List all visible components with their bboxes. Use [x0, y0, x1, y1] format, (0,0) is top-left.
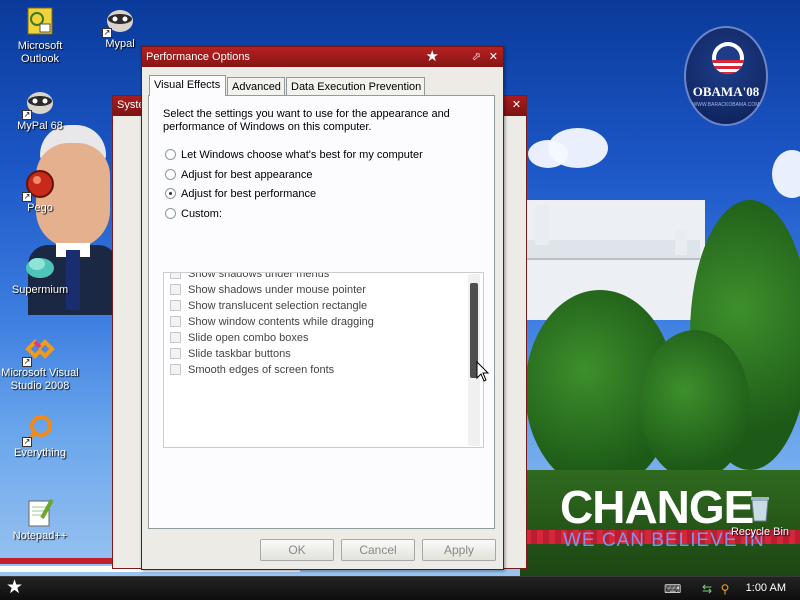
- option-label: Slide open combo boxes: [188, 332, 309, 344]
- vertical-scrollbar[interactable]: [468, 274, 480, 446]
- search-icon[interactable]: ⚲: [718, 582, 732, 596]
- radio-label: Custom:: [181, 208, 222, 220]
- tab-visual-effects[interactable]: Visual Effects: [149, 75, 226, 96]
- checkbox[interactable]: [170, 348, 181, 359]
- option-label: Show shadows under menus: [188, 272, 330, 280]
- checkbox[interactable]: [170, 332, 181, 343]
- option-label: Slide taskbar buttons: [188, 348, 291, 360]
- radio-label: Adjust for best appearance: [181, 169, 313, 181]
- radio-best-appearance[interactable]: Adjust for best appearance: [165, 169, 312, 183]
- option-slide-taskbar-buttons[interactable]: Slide taskbar buttons: [170, 348, 291, 363]
- option-slide-combo-boxes[interactable]: Slide open combo boxes: [170, 332, 308, 347]
- desktop-icon-visual-studio[interactable]: ↗ Microsoft Visual Studio 2008: [0, 333, 80, 393]
- desktop-icon-pego[interactable]: ↗ Pego: [0, 168, 80, 215]
- option-window-contents-dragging[interactable]: Show window contents while dragging: [170, 316, 374, 331]
- option-shadows-under-pointer[interactable]: Show shadows under mouse pointer: [170, 284, 366, 299]
- pin-icon[interactable]: ⬀: [472, 50, 481, 63]
- option-shadows-under-menus[interactable]: Show shadows under menus: [170, 272, 330, 283]
- recycle-bin-icon: [744, 492, 776, 524]
- desktop-icon-label: Notepad++: [12, 530, 68, 542]
- radio-button[interactable]: [165, 169, 176, 180]
- desktop-icon-label: Microsoft Outlook: [17, 40, 63, 65]
- ok-button[interactable]: OK: [260, 539, 334, 561]
- desktop-icon-outlook[interactable]: Microsoft Outlook: [0, 6, 80, 66]
- dialog-title: Performance Options: [146, 51, 250, 63]
- supermium-icon: [24, 250, 56, 282]
- white-house-cupola: [535, 205, 549, 245]
- network-icon[interactable]: ⇆: [700, 582, 714, 596]
- desktop-icon-label: MyPal 68: [17, 120, 63, 132]
- desktop-icon-everything[interactable]: ↗ Everything: [0, 413, 80, 460]
- desktop-icon-label: Supermium: [11, 284, 69, 296]
- option-translucent-selection[interactable]: Show translucent selection rectangle: [170, 300, 367, 315]
- radio-custom[interactable]: Custom:: [165, 208, 222, 222]
- radio-label: Adjust for best performance: [181, 188, 317, 200]
- radio-button[interactable]: [165, 149, 176, 160]
- option-smooth-font-edges[interactable]: Smooth edges of screen fonts: [170, 364, 334, 379]
- checkbox[interactable]: [170, 273, 181, 279]
- star-icon[interactable]: ★: [426, 49, 439, 64]
- shortcut-arrow-icon: ↗: [22, 110, 32, 120]
- shortcut-arrow-icon: ↗: [22, 192, 32, 202]
- campaign-logo-text: OBAMA'08: [692, 84, 760, 99]
- dialog-titlebar[interactable]: Performance Options ★ ⬀ ✕: [142, 47, 503, 67]
- shortcut-arrow-icon: ↗: [22, 437, 32, 447]
- cloud: [528, 140, 568, 168]
- campaign-emblem: [712, 42, 744, 74]
- radio-let-windows-choose[interactable]: Let Windows choose what's best for my co…: [165, 149, 423, 163]
- desktop-icon-label: Everything: [14, 447, 66, 459]
- radio-button-selected[interactable]: [165, 188, 176, 199]
- everything-icon: ↗: [22, 413, 56, 447]
- option-label: Show translucent selection rectangle: [188, 300, 368, 312]
- desktop-icon-mypal[interactable]: ↗ Mypal: [80, 4, 160, 51]
- tab-data-execution-prevention[interactable]: Data Execution Prevention: [286, 77, 425, 95]
- apply-button[interactable]: Apply: [422, 539, 496, 561]
- white-house-roof: [525, 240, 700, 260]
- cancel-button[interactable]: Cancel: [341, 539, 415, 561]
- shortcut-arrow-icon: ↗: [102, 28, 112, 38]
- pego-icon: ↗: [22, 168, 56, 202]
- notepadpp-icon: [24, 496, 56, 528]
- desktop-icon-label: Microsoft Visual Studio 2008: [1, 367, 79, 392]
- cloud: [772, 150, 800, 198]
- visual-studio-icon: ↗: [22, 333, 56, 367]
- taskbar: ★ ⌨ ⇆ ⚲ 1:00 AM: [0, 576, 800, 600]
- desktop-icon-label: Pego: [27, 202, 53, 214]
- desktop-icon-supermium[interactable]: Supermium: [0, 250, 80, 297]
- keyboard-icon[interactable]: ⌨: [664, 582, 681, 596]
- checkbox[interactable]: [170, 364, 181, 375]
- performance-options-dialog: Performance Options ★ ⬀ ✕ Visual Effects…: [141, 46, 504, 570]
- radio-button[interactable]: [165, 208, 176, 219]
- option-label: Show window contents while dragging: [188, 316, 374, 328]
- close-icon[interactable]: ✕: [510, 99, 523, 112]
- checkbox[interactable]: [170, 284, 181, 295]
- mypal-icon: ↗: [102, 4, 136, 38]
- start-button-star-icon[interactable]: ★: [6, 578, 23, 598]
- visual-effects-panel: Select the settings you want to use for …: [148, 95, 495, 529]
- outlook-icon: [24, 6, 56, 38]
- shortcut-arrow-icon: ↗: [22, 357, 32, 367]
- mouse-pointer-icon: [476, 360, 490, 383]
- intro-text: Select the settings you want to use for …: [163, 108, 450, 133]
- radio-best-performance[interactable]: Adjust for best performance: [165, 188, 316, 202]
- tree: [640, 330, 750, 480]
- desktop-icon-label: Recycle Bin: [730, 526, 790, 538]
- desktop-icon-mypal68[interactable]: ↗ MyPal 68: [0, 86, 80, 133]
- tab-advanced[interactable]: Advanced: [227, 77, 285, 95]
- campaign-logo: OBAMA'08 WWW.BARACKOBAMA.COM: [684, 26, 768, 126]
- white-house-chimney: [675, 230, 687, 255]
- desktop-icon-recycle-bin[interactable]: Recycle Bin: [720, 492, 800, 539]
- desktop-icon-notepadpp[interactable]: Notepad++: [0, 496, 80, 543]
- option-label: Show shadows under mouse pointer: [188, 284, 366, 296]
- checkbox[interactable]: [170, 300, 181, 311]
- close-icon[interactable]: ✕: [489, 50, 498, 63]
- campaign-logo-subtext: WWW.BARACKOBAMA.COM: [692, 102, 760, 108]
- radio-label: Let Windows choose what's best for my co…: [181, 149, 423, 161]
- clock[interactable]: 1:00 AM: [746, 582, 786, 594]
- visual-effects-list[interactable]: Show shadows under menus Show shadows un…: [163, 272, 484, 448]
- mypal68-icon: ↗: [22, 86, 56, 120]
- option-label: Smooth edges of screen fonts: [188, 364, 335, 376]
- checkbox[interactable]: [170, 316, 181, 327]
